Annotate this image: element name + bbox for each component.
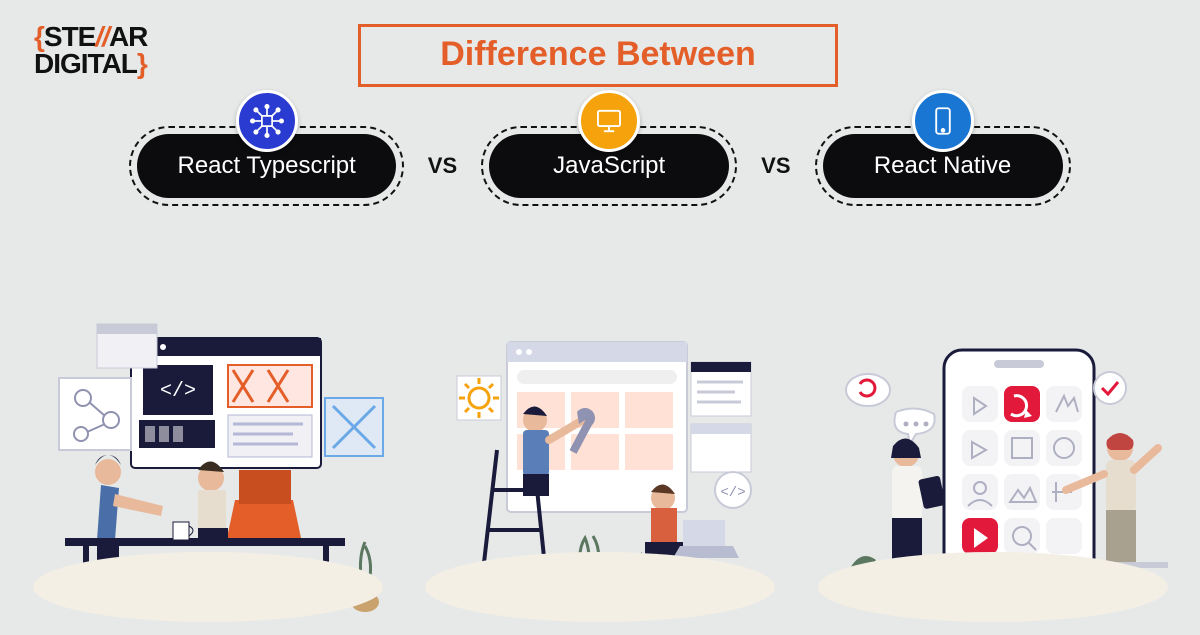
page-title-box: Difference Between [358, 24, 838, 87]
illustrations-row: </> [0, 290, 1200, 630]
vs-separator: VS [428, 153, 457, 179]
illustration-react-native [808, 320, 1178, 630]
comparison-row: React Typescript VS JavaScript VS React … [0, 126, 1200, 206]
phone-icon [912, 90, 974, 152]
pill-javascript: JavaScript [481, 126, 737, 206]
brace-close: } [137, 48, 147, 79]
page-title: Difference Between [440, 35, 756, 73]
illustration-typescript: </> [23, 320, 393, 630]
svg-text:</>: </> [159, 380, 195, 403]
pill-react-typescript: React Typescript [129, 126, 403, 206]
vs-separator: VS [761, 153, 790, 179]
illustration-javascript: </> [415, 320, 785, 630]
tech-icon [236, 90, 298, 152]
brand-logo: {STE//AR DIGITAL} [34, 24, 147, 77]
pill-react-native: React Native [815, 126, 1071, 206]
svg-text:</>: </> [720, 485, 745, 501]
monitor-icon [578, 90, 640, 152]
